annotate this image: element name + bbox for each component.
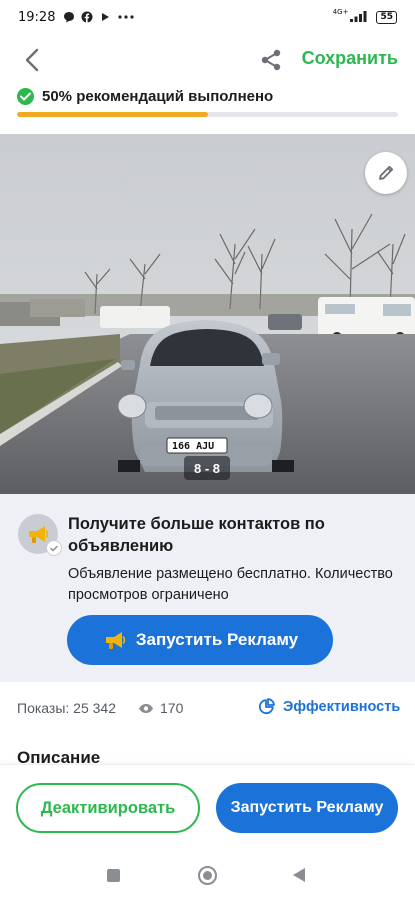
play-icon <box>99 11 111 23</box>
views-stat: 170 <box>138 700 183 716</box>
edit-photo-button[interactable] <box>365 152 407 194</box>
eye-icon <box>139 703 153 713</box>
progress-fill <box>17 112 208 117</box>
more-dots-icon <box>117 11 135 23</box>
megaphone-icon <box>29 526 49 543</box>
status-left: 19:28 <box>18 10 135 25</box>
check-circle-icon <box>17 88 34 105</box>
signal-icon <box>350 10 370 25</box>
header: Сохранить <box>0 38 415 82</box>
pencil-icon <box>379 165 394 180</box>
efficiency-link[interactable]: Эффективность <box>258 698 400 715</box>
status-bar: 19:28 4G+ 55 <box>0 0 415 34</box>
promo-run-ads-button[interactable]: Запустить Рекламу <box>67 615 333 665</box>
bottom-action-bar: Деактивировать Запустить Рекламу <box>0 764 415 848</box>
shows-count: Показы: 25 342 <box>17 700 116 716</box>
recommendations-banner[interactable]: 50% рекомендаций выполнено <box>0 82 415 134</box>
chevron-left-icon <box>25 48 39 72</box>
license-plate-text: 166 AJU <box>172 441 214 452</box>
promo-subtitle: Объявление размещено бесплатно. Количест… <box>68 566 393 603</box>
recommendations-progress <box>17 112 398 117</box>
network-label: 4G+ <box>332 8 349 16</box>
back-triangle-icon[interactable] <box>293 868 305 882</box>
megaphone-icon <box>105 632 126 649</box>
deactivate-button[interactable]: Деактивировать <box>16 783 200 833</box>
recents-square-icon[interactable] <box>107 869 120 882</box>
promo-card: Получите больше контактов по объявлению … <box>0 494 415 682</box>
listing-photo[interactable]: 166 AJU 8 - 8 <box>0 134 415 494</box>
recommendations-row: 50% рекомендаций выполнено <box>17 88 273 105</box>
views-count: 170 <box>160 700 184 716</box>
recommendations-text: 50% рекомендаций выполнено <box>42 88 274 105</box>
home-circle-inner <box>203 871 212 880</box>
save-button[interactable]: Сохранить <box>302 48 398 69</box>
share-button[interactable] <box>257 46 285 74</box>
efficiency-label: Эффективность <box>283 698 401 715</box>
status-time: 19:28 <box>18 9 56 25</box>
facebook-icon <box>81 11 93 23</box>
pie-chart-icon <box>258 698 275 715</box>
stats-row: Показы: 25 342 170 Эффективность <box>0 682 415 734</box>
promo-run-ads-label: Запустить Рекламу <box>135 630 299 649</box>
promo-title: Получите больше контактов по объявлению <box>68 515 325 555</box>
car-photo-image: 166 AJU <box>0 134 415 494</box>
battery-icon: 55 <box>376 10 397 24</box>
photo-counter: 8 - 8 <box>184 456 230 480</box>
promo-avatar <box>18 514 62 556</box>
status-right: 4G+ 55 <box>332 8 397 25</box>
share-icon <box>261 49 281 71</box>
run-ads-button[interactable]: Запустить Рекламу <box>216 783 398 833</box>
back-button[interactable] <box>18 46 46 74</box>
system-nav-bar <box>0 848 415 900</box>
home-circle-icon[interactable] <box>198 866 217 885</box>
check-badge-icon <box>46 540 62 556</box>
chat-bubble-icon <box>63 11 75 23</box>
